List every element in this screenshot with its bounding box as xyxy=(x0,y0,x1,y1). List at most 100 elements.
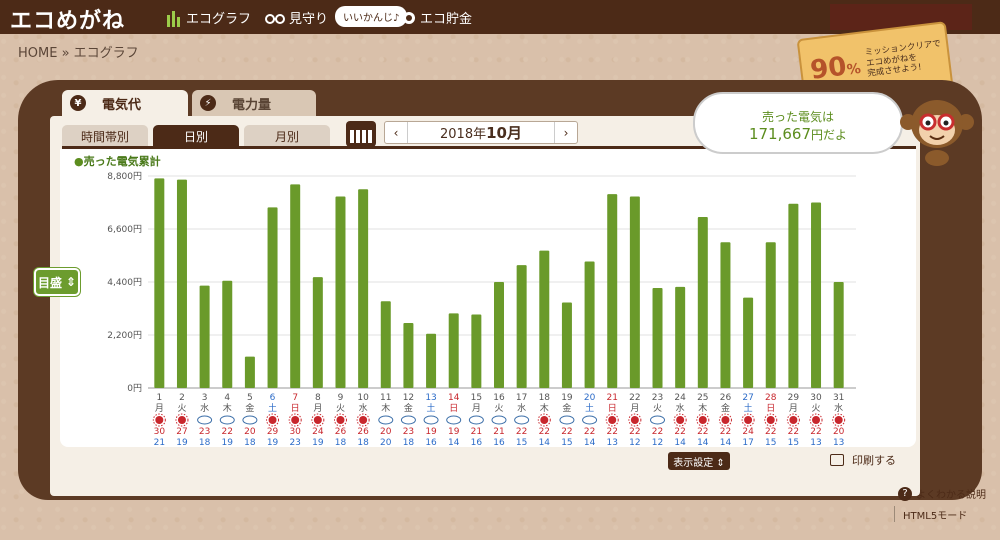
nav-eco-savings[interactable]: エコ貯金 xyxy=(402,8,472,27)
low-temp-label: 12 xyxy=(652,438,663,448)
bar xyxy=(629,196,640,388)
high-temp-label: 22 xyxy=(222,427,233,437)
bar xyxy=(290,184,301,388)
calendar-icon[interactable] xyxy=(346,121,376,147)
low-temp-label: 18 xyxy=(335,438,347,448)
x-tick-weekday: 日 xyxy=(766,403,775,414)
low-temp-label: 19 xyxy=(222,438,234,448)
sun-icon xyxy=(676,416,685,424)
high-temp-label: 22 xyxy=(539,427,550,437)
low-temp-label: 19 xyxy=(312,438,324,448)
high-temp-label: 24 xyxy=(312,427,324,437)
next-month-button[interactable]: › xyxy=(555,126,577,140)
cloud-icon xyxy=(582,415,598,425)
x-tick-day: 7 xyxy=(292,393,298,403)
low-temp-label: 15 xyxy=(765,438,776,448)
nav-mimamori[interactable]: 見守り xyxy=(265,8,328,27)
tab-by-time[interactable]: 時間帯別 xyxy=(62,125,148,147)
high-temp-label: 22 xyxy=(720,427,731,437)
sun-icon xyxy=(812,416,821,424)
high-temp-label: 22 xyxy=(674,427,685,437)
x-tick-day: 30 xyxy=(810,393,822,403)
help-label: よくわかる説明 xyxy=(916,490,986,501)
bar xyxy=(358,189,369,388)
x-tick-day: 5 xyxy=(247,393,253,403)
low-temp-label: 19 xyxy=(176,438,188,448)
nav-eco-graph[interactable]: エコグラフ xyxy=(166,8,251,27)
low-temp-label: 14 xyxy=(539,438,551,448)
sun-icon xyxy=(336,416,345,424)
bar xyxy=(244,356,255,388)
high-temp-label: 30 xyxy=(154,427,166,437)
high-temp-label: 29 xyxy=(267,427,279,437)
x-tick-day: 9 xyxy=(338,393,344,403)
low-temp-label: 17 xyxy=(742,438,753,448)
low-temp-label: 14 xyxy=(584,438,596,448)
breadcrumb[interactable]: HOME » エコグラフ xyxy=(18,42,139,61)
x-tick-day: 16 xyxy=(493,393,505,403)
x-tick-day: 21 xyxy=(606,393,617,403)
bar xyxy=(154,178,165,388)
low-temp-label: 18 xyxy=(357,438,369,448)
x-tick-day: 27 xyxy=(742,393,753,403)
scale-select[interactable]: 目盛 ⇕ xyxy=(34,268,80,296)
x-tick-weekday: 月 xyxy=(630,403,639,414)
html5-mode-link[interactable]: HTML5モード xyxy=(894,506,967,522)
tab-electricity-amount[interactable]: ⚡ 電力量 xyxy=(192,90,316,116)
tab-label: 電気代 xyxy=(102,97,142,113)
high-temp-label: 20 xyxy=(833,427,845,437)
high-temp-label: 22 xyxy=(606,427,617,437)
x-tick-weekday: 火 xyxy=(653,403,662,414)
high-temp-label: 21 xyxy=(471,427,482,437)
select-arrows-icon: ⇕ xyxy=(65,275,77,289)
bar xyxy=(697,216,708,388)
x-tick-day: 2 xyxy=(179,393,185,403)
cloud-icon xyxy=(219,415,235,425)
high-temp-label: 22 xyxy=(652,427,663,437)
sold-suffix: 円だよ xyxy=(811,128,848,142)
app-logo[interactable]: エコめがね xyxy=(10,3,125,35)
prev-month-button[interactable]: ‹ xyxy=(385,126,407,140)
bar xyxy=(199,285,210,388)
tab-by-day[interactable]: 日別 xyxy=(153,125,239,147)
bar xyxy=(561,302,572,388)
current-year: 2018年 xyxy=(440,127,487,142)
cloud-icon xyxy=(400,415,416,425)
help-link[interactable]: ? よくわかる説明 xyxy=(898,486,986,501)
bar xyxy=(176,179,187,388)
high-temp-label: 22 xyxy=(629,427,640,437)
x-tick-day: 24 xyxy=(674,393,686,403)
low-temp-label: 15 xyxy=(516,438,527,448)
low-temp-label: 18 xyxy=(403,438,415,448)
yen-icon: ¥ xyxy=(70,95,86,111)
cloud-icon xyxy=(446,415,462,425)
nav-label: エコ貯金 xyxy=(420,12,473,27)
scale-select-label: 目盛 xyxy=(37,275,62,290)
x-tick-weekday: 金 xyxy=(721,402,730,414)
sun-icon xyxy=(789,416,798,424)
high-temp-label: 27 xyxy=(176,427,187,437)
bar xyxy=(743,297,754,388)
x-tick-day: 12 xyxy=(403,393,414,403)
x-tick-weekday: 水 xyxy=(676,402,685,414)
cloud-icon xyxy=(197,415,213,425)
bar xyxy=(222,280,233,388)
mission-message: ミッションクリアで エコめがねを 完成させよう! xyxy=(864,39,944,80)
nav-label: 見守り xyxy=(289,12,329,27)
bar xyxy=(833,282,844,388)
sun-icon xyxy=(540,416,549,424)
low-temp-label: 13 xyxy=(833,438,844,448)
display-settings-button[interactable]: 表示設定 ⇕ xyxy=(668,452,730,470)
low-temp-label: 12 xyxy=(629,438,640,448)
tab-electricity-cost[interactable]: ¥ 電気代 xyxy=(62,90,188,116)
x-tick-day: 17 xyxy=(516,393,527,403)
low-temp-label: 14 xyxy=(697,438,709,448)
sun-icon xyxy=(608,416,617,424)
x-tick-weekday: 木 xyxy=(540,402,549,414)
high-temp-label: 22 xyxy=(516,427,527,437)
x-tick-weekday: 火 xyxy=(177,403,186,414)
sun-icon xyxy=(268,416,277,424)
tab-by-month[interactable]: 月別 xyxy=(244,125,330,147)
bar xyxy=(380,301,391,388)
print-button[interactable]: 印刷する xyxy=(830,452,896,468)
